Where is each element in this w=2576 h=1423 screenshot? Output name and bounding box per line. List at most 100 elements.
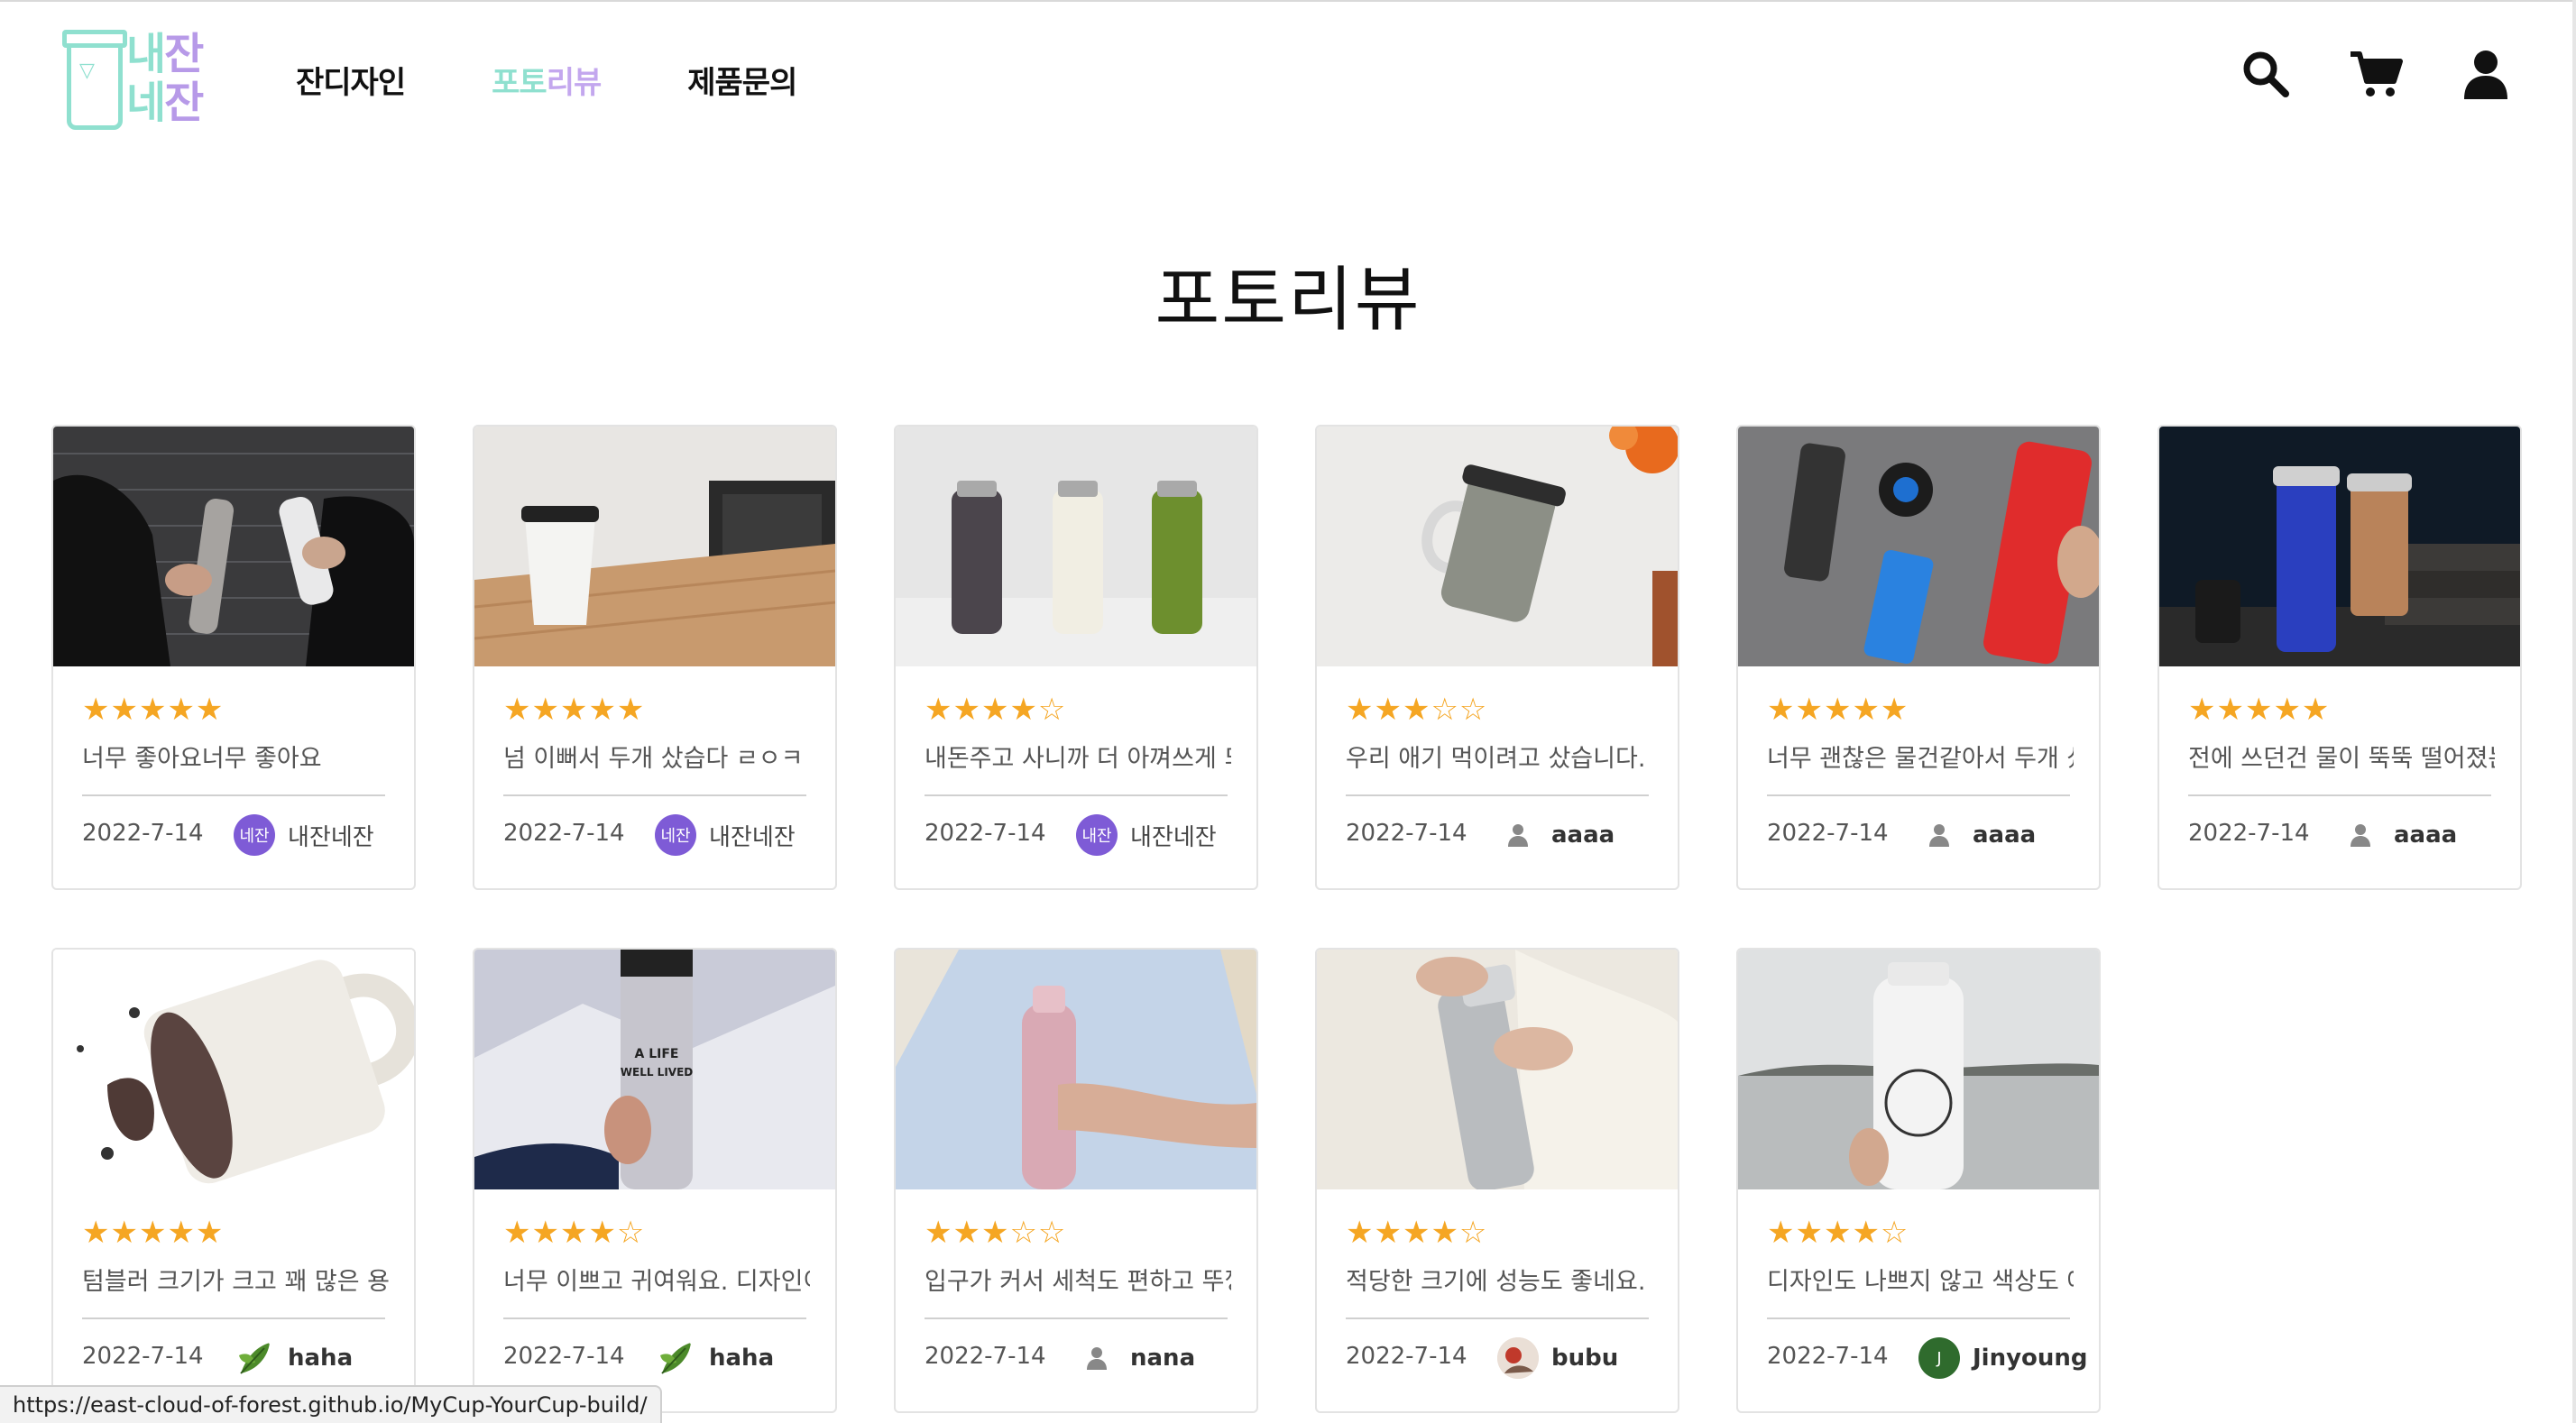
page-title: 포토리뷰 xyxy=(1155,260,1421,341)
rating-stars: ★★★☆☆ xyxy=(925,1215,1067,1251)
review-text: 너무 괜찮은 물건같아서 두개 샀어요 xyxy=(1767,745,2074,773)
review-text: 텀블러 크기가 크고 꽤 많은 용량이에요 xyxy=(82,1268,389,1296)
rating-stars: ★★★★☆ xyxy=(925,692,1067,728)
nav-item-product-inquiry[interactable]: 제품문의 xyxy=(687,58,797,102)
review-photo xyxy=(896,427,1256,666)
review-date: 2022-7-14 xyxy=(82,820,204,847)
review-text: 너무 좋아요너무 좋아요 xyxy=(82,745,322,773)
cup-logo-icon xyxy=(62,30,127,130)
author-avatar: 내잔 xyxy=(1076,814,1118,856)
review-date: 2022-7-14 xyxy=(2188,820,2310,847)
nav-item-cup-design[interactable]: 잔디자인 xyxy=(296,58,406,102)
cart-icon[interactable] xyxy=(2349,47,2403,101)
author-name: nana xyxy=(1130,1345,1196,1372)
review-text: 우리 애기 먹이려고 샀습니다. xyxy=(1346,745,1646,773)
review-date: 2022-7-14 xyxy=(503,1343,625,1370)
author-name: 내잔네잔 xyxy=(288,823,374,851)
author-name: haha xyxy=(709,1345,775,1372)
author-name: Jinyoung xyxy=(1973,1345,2088,1372)
review-date: 2022-7-14 xyxy=(1346,1343,1467,1370)
author-name: bubu xyxy=(1551,1345,1619,1372)
review-text: 입구가 커서 세척도 편하고 뚜껑도 xyxy=(925,1268,1231,1296)
review-author: 네잔 내잔네잔 xyxy=(234,812,374,858)
card-divider xyxy=(925,1317,1228,1319)
header-actions xyxy=(2183,47,2513,101)
rating-stars: ★★★★★ xyxy=(1767,692,1909,728)
review-text: 내돈주고 사니까 더 아껴쓰게 되네요 xyxy=(925,745,1231,773)
author-name: aaaa xyxy=(1551,822,1615,849)
photo-avatar-icon xyxy=(1497,1337,1539,1379)
author-avatar: 네잔 xyxy=(655,814,696,856)
nav-item-photo-review[interactable]: 포토리뷰 xyxy=(492,58,602,102)
review-card[interactable]: ★★★★☆ 내돈주고 사니까 더 아껴쓰게 되네요 2022-7-14 내잔 내… xyxy=(894,425,1258,890)
review-author: J Jinyoung xyxy=(1918,1336,2088,1381)
logo-word-2: 네잔 xyxy=(126,78,204,128)
default-avatar-icon xyxy=(1076,1337,1118,1379)
cup-logo-mark: ▽ xyxy=(79,60,95,82)
main-nav: 잔디자인 포토리뷰 제품문의 xyxy=(296,58,883,102)
author-name: 내잔네잔 xyxy=(709,823,796,851)
author-name: aaaa xyxy=(1973,822,2037,849)
review-author: aaaa xyxy=(1497,812,1615,858)
review-card[interactable]: ★★★★★ 너무 괜찮은 물건같아서 두개 샀어요 2022-7-14 aaaa xyxy=(1736,425,2101,890)
author-avatar: 네잔 xyxy=(234,814,275,856)
review-text: 적당한 크기에 성능도 좋네요. xyxy=(1346,1268,1646,1296)
review-date: 2022-7-14 xyxy=(925,1343,1046,1370)
leaf-avatar-icon xyxy=(234,1337,275,1379)
window-scrollbar-track[interactable] xyxy=(2572,0,2576,1423)
review-text: 디자인도 나쁘지 않고 색상도 예뻐요 xyxy=(1767,1268,2074,1296)
rating-stars: ★★★☆☆ xyxy=(1346,692,1488,728)
author-name: haha xyxy=(288,1345,354,1372)
review-photo xyxy=(53,427,414,666)
brand-logo[interactable]: ▽ 내잔 네잔 xyxy=(62,27,216,135)
review-card[interactable]: ★★★★★ 전에 쓰던건 물이 뚝뚝 떨어졌는데 2022-7-14 aaaa xyxy=(2157,425,2522,890)
svg-text:WELL LIVED: WELL LIVED xyxy=(621,1066,694,1079)
default-avatar-icon xyxy=(1497,814,1539,856)
review-card[interactable]: A LIFE WELL LIVED ★★★★☆ 너무 이쁘고 귀여워요. 디자인… xyxy=(473,948,837,1413)
review-photo xyxy=(1738,950,2099,1189)
review-card[interactable]: ★★★☆☆ 입구가 커서 세척도 편하고 뚜껑도 2022-7-14 nana xyxy=(894,948,1258,1413)
review-date: 2022-7-14 xyxy=(82,1343,204,1370)
leaf-avatar-icon xyxy=(655,1337,696,1379)
review-date: 2022-7-14 xyxy=(1346,820,1467,847)
review-author: haha xyxy=(234,1336,353,1381)
author-name: aaaa xyxy=(2394,822,2458,849)
review-author: 내잔 내잔네잔 xyxy=(1076,812,1217,858)
review-photo: A LIFE WELL LIVED xyxy=(474,950,835,1189)
svg-text:A LIFE: A LIFE xyxy=(635,1047,679,1061)
card-divider xyxy=(1767,1317,2070,1319)
author-name: 내잔네잔 xyxy=(1130,823,1217,851)
user-icon[interactable] xyxy=(2459,47,2513,101)
card-divider xyxy=(82,1317,385,1319)
review-date: 2022-7-14 xyxy=(1767,820,1889,847)
review-photo xyxy=(1317,427,1678,666)
default-avatar-icon xyxy=(2340,814,2381,856)
link-status-bar: https://east-cloud-of-forest.github.io/M… xyxy=(0,1385,662,1423)
review-photo xyxy=(896,950,1256,1189)
rating-stars: ★★★★★ xyxy=(82,1215,225,1251)
review-author: bubu xyxy=(1497,1336,1618,1381)
review-author: nana xyxy=(1076,1336,1195,1381)
review-photo xyxy=(474,427,835,666)
logo-word-1: 내잔 xyxy=(126,29,204,79)
site-header: ▽ 내잔 네잔 잔디자인 포토리뷰 제품문의 xyxy=(0,0,2576,153)
card-divider xyxy=(925,794,1228,796)
search-icon[interactable] xyxy=(2239,47,2293,101)
review-photo xyxy=(53,950,414,1189)
author-avatar: J xyxy=(1918,1337,1960,1379)
review-card[interactable]: ★★★★★ 넘 이뻐서 두개 샀습다 ㄹㅇㅋ 2022-7-14 네잔 내잔네잔 xyxy=(473,425,837,890)
review-card[interactable]: ★★★★☆ 적당한 크기에 성능도 좋네요. 2022-7-14 bubu xyxy=(1315,948,1679,1413)
card-divider xyxy=(2188,794,2491,796)
review-photo xyxy=(1738,427,2099,666)
review-author: 네잔 내잔네잔 xyxy=(655,812,796,858)
review-text: 전에 쓰던건 물이 뚝뚝 떨어졌는데 xyxy=(2188,745,2495,773)
review-card[interactable]: ★★★★★ 너무 좋아요너무 좋아요 2022-7-14 네잔 내잔네잔 xyxy=(51,425,416,890)
card-divider xyxy=(503,794,806,796)
review-card[interactable]: ★★★☆☆ 우리 애기 먹이려고 샀습니다. 2022-7-14 aaaa xyxy=(1315,425,1679,890)
review-card[interactable]: ★★★★★ 텀블러 크기가 크고 꽤 많은 용량이에요 2022-7-14 ha… xyxy=(51,948,416,1413)
rating-stars: ★★★★☆ xyxy=(1346,1215,1488,1251)
review-card[interactable]: ★★★★☆ 디자인도 나쁘지 않고 색상도 예뻐요 2022-7-14 J Ji… xyxy=(1736,948,2101,1413)
rating-stars: ★★★★★ xyxy=(82,692,225,728)
default-avatar-icon xyxy=(1918,814,1960,856)
card-divider xyxy=(1767,794,2070,796)
